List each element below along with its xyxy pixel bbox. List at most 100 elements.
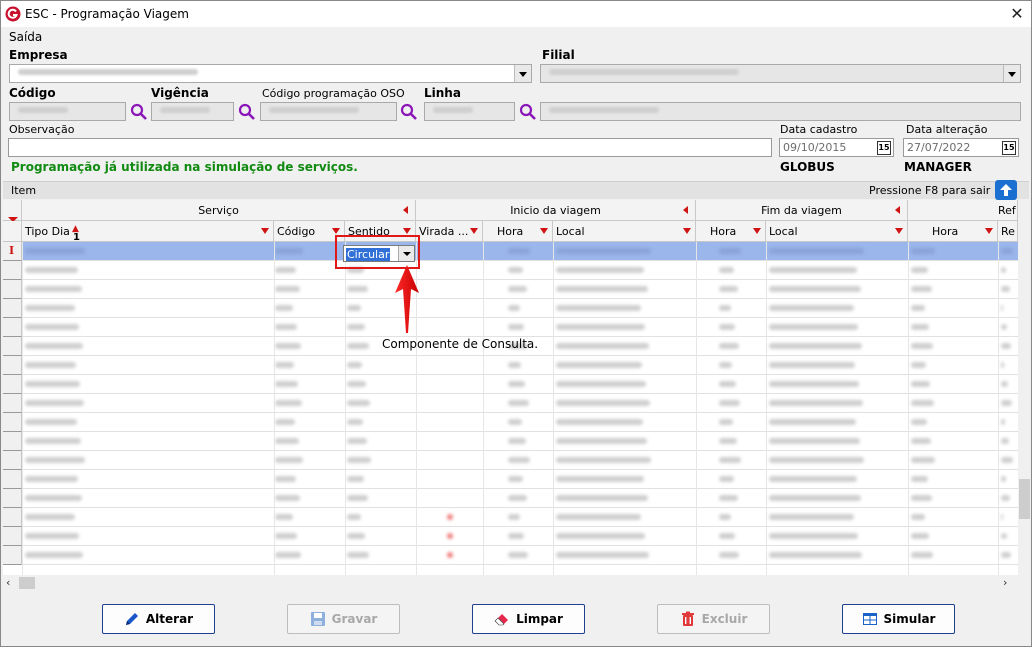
alterar-button[interactable]: Alterar xyxy=(102,604,215,634)
group-inicio[interactable]: Inicio da viagem xyxy=(416,200,696,221)
app-logo-icon xyxy=(5,6,21,22)
row-indicator[interactable] xyxy=(3,299,22,318)
search-icon[interactable] xyxy=(237,102,257,122)
table-cell xyxy=(769,343,862,349)
row-indicator[interactable] xyxy=(3,413,22,432)
table-row[interactable] xyxy=(3,546,1018,565)
table-cell xyxy=(911,362,926,368)
calendar-icon[interactable]: 15 xyxy=(1002,141,1016,155)
col-hora-ref[interactable]: Hora xyxy=(908,221,998,242)
empresa-select[interactable] xyxy=(9,64,532,83)
col-hora-inicio[interactable]: Hora xyxy=(483,221,553,242)
eraser-icon xyxy=(494,614,509,626)
filial-select[interactable] xyxy=(540,64,1021,83)
chevron-down-icon[interactable] xyxy=(514,65,531,82)
table-row[interactable] xyxy=(3,489,1018,508)
col-local-inicio[interactable]: Local xyxy=(553,221,696,242)
row-indicator[interactable] xyxy=(3,508,22,527)
row-indicator[interactable] xyxy=(3,356,22,375)
search-icon[interactable] xyxy=(399,102,419,122)
calendar-icon[interactable]: 15 xyxy=(877,141,891,155)
data-alteracao-field[interactable]: 27/07/2022 15 xyxy=(903,138,1019,157)
table-cell xyxy=(508,552,528,558)
chevron-down-icon[interactable] xyxy=(1003,65,1020,82)
codigo-oso-field[interactable] xyxy=(260,102,397,121)
horizontal-scroll-thumb[interactable] xyxy=(19,577,35,589)
linha-field[interactable] xyxy=(424,102,515,121)
table-cell xyxy=(275,343,301,349)
group-servico[interactable]: Serviço xyxy=(22,200,416,221)
col-re[interactable]: Re xyxy=(998,221,1018,242)
table-row[interactable] xyxy=(3,356,1018,375)
table-row[interactable] xyxy=(3,432,1018,451)
gravar-button[interactable]: Gravar xyxy=(287,604,400,634)
row-indicator[interactable] xyxy=(3,261,22,280)
table-row[interactable] xyxy=(3,413,1018,432)
row-indicator[interactable] xyxy=(3,470,22,489)
search-icon[interactable] xyxy=(518,102,538,122)
table-cell xyxy=(347,495,368,501)
col-virada[interactable]: Virada ... xyxy=(416,221,483,242)
simular-button[interactable]: Simular xyxy=(842,604,955,634)
codigo-field[interactable] xyxy=(9,102,126,121)
row-indicator[interactable] xyxy=(3,337,22,356)
search-icon[interactable] xyxy=(129,102,149,122)
row-indicator[interactable] xyxy=(3,394,22,413)
table-row[interactable] xyxy=(3,470,1018,489)
menu-saida[interactable]: Saída xyxy=(9,30,42,44)
row-indicator[interactable] xyxy=(3,375,22,394)
row-indicator[interactable] xyxy=(3,432,22,451)
vigencia-field[interactable] xyxy=(151,102,234,121)
table-row[interactable] xyxy=(3,527,1018,546)
close-icon[interactable]: ✕ xyxy=(1005,4,1029,24)
data-alteracao-user: MANAGER xyxy=(904,160,972,174)
table-row[interactable] xyxy=(3,261,1018,280)
table-cell xyxy=(556,552,649,558)
observacao-field[interactable] xyxy=(8,138,772,157)
viagem-grid[interactable]: Serviço Inicio da viagem Fim da viagem R… xyxy=(3,200,1018,575)
col-local-fim[interactable]: Local xyxy=(766,221,908,242)
row-indicator[interactable] xyxy=(3,489,22,508)
table-cell xyxy=(769,457,864,463)
row-indicator[interactable] xyxy=(3,527,22,546)
group-fim[interactable]: Fim da viagem xyxy=(696,200,908,221)
table-cell xyxy=(911,495,932,501)
col-hora-fim[interactable]: Hora xyxy=(696,221,766,242)
row-indicator[interactable] xyxy=(3,318,22,337)
table-row[interactable] xyxy=(3,508,1018,527)
table-cell xyxy=(275,552,301,558)
table-cell xyxy=(347,305,361,311)
table-row[interactable]: I xyxy=(3,242,1018,261)
table-cell xyxy=(556,495,648,501)
row-indicator[interactable] xyxy=(3,451,22,470)
table-row[interactable] xyxy=(3,451,1018,470)
table-row[interactable] xyxy=(3,318,1018,337)
table-cell xyxy=(556,305,641,311)
table-cell xyxy=(769,533,858,539)
table-row[interactable] xyxy=(3,299,1018,318)
filter-icon xyxy=(895,228,903,234)
data-cadastro-field[interactable]: 09/10/2015 15 xyxy=(779,138,894,157)
table-row[interactable] xyxy=(3,375,1018,394)
scroll-right-icon[interactable]: › xyxy=(1003,575,1007,591)
horizontal-scrollbar[interactable] xyxy=(3,575,1029,591)
table-row[interactable] xyxy=(3,280,1018,299)
table-row[interactable] xyxy=(3,394,1018,413)
row-indicator[interactable] xyxy=(3,546,22,565)
scroll-left-icon[interactable]: ‹ xyxy=(6,575,10,591)
table-cell xyxy=(556,381,646,387)
excluir-button[interactable]: Excluir xyxy=(657,604,770,634)
grid-divider xyxy=(274,242,275,575)
table-cell xyxy=(25,324,79,330)
group-ref[interactable]: Ref xyxy=(908,200,1018,221)
table-cell xyxy=(347,514,361,520)
row-indicator[interactable] xyxy=(3,280,22,299)
table-cell xyxy=(508,305,520,311)
arrow-up-icon[interactable] xyxy=(995,180,1017,200)
table-cell xyxy=(556,514,641,520)
table-cell xyxy=(25,457,85,463)
col-tipo-dia[interactable]: Tipo Dia ▲ 1 xyxy=(22,221,274,242)
row-indicator[interactable]: I xyxy=(3,242,22,261)
limpar-button[interactable]: Limpar xyxy=(472,604,585,634)
vertical-scroll-thumb[interactable] xyxy=(1019,479,1030,519)
